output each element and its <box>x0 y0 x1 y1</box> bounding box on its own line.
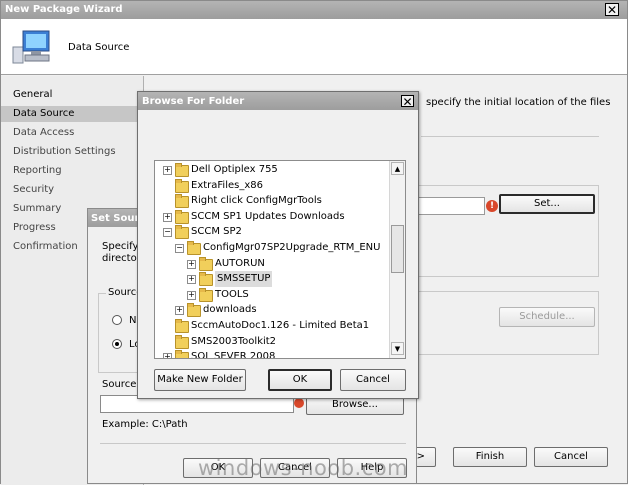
tree-item[interactable]: + downloads <box>155 302 389 318</box>
folder-icon <box>199 272 213 287</box>
tree-item[interactable]: SMS2003Toolkit2 <box>155 334 389 350</box>
tree-item[interactable]: + Dell Optiplex 755 <box>155 162 389 178</box>
tree-item[interactable]: ExtraFiles_x86 <box>155 178 389 194</box>
folder-icon <box>199 287 213 302</box>
folder-icon <box>187 241 201 255</box>
content-separator <box>421 136 599 137</box>
scroll-thumb[interactable] <box>391 225 404 273</box>
wizard-titlebar[interactable]: New Package Wizard ✕ <box>1 1 627 19</box>
tree-item-label: SCCM SP1 Updates Downloads <box>191 210 345 222</box>
tree-item[interactable]: SccmAutoDoc1.126 - Limited Beta1 <box>155 318 389 334</box>
folder-tree[interactable]: + Dell Optiplex 755 ExtraFiles_x86 Right cl… <box>154 160 406 359</box>
tree-item[interactable]: − ConfigMgr07SP2Upgrade_RTM_ENU <box>155 240 389 256</box>
folder-icon <box>175 225 189 240</box>
tree-item-label: Right click ConfigMgrTools <box>191 195 322 207</box>
wizard-close-icon[interactable]: ✕ <box>605 3 619 16</box>
wizard-cancel-button[interactable]: Cancel <box>534 447 608 467</box>
tree-item-label: SCCM SP2 <box>191 226 242 238</box>
folder-icon <box>175 350 189 358</box>
browse-cancel-button[interactable]: Cancel <box>340 369 406 391</box>
tree-item-label: SccmAutoDoc1.126 - Limited Beta1 <box>191 320 370 331</box>
nav-item-data-access[interactable]: Data Access <box>13 127 74 138</box>
nav-item-progress[interactable]: Progress <box>13 222 56 233</box>
tree-item-label: ExtraFiles_x86 <box>191 179 263 191</box>
expand-icon[interactable]: + <box>187 290 196 300</box>
schedule-button[interactable]: Schedule... <box>499 307 595 327</box>
scroll-down-arrow-icon[interactable]: ▼ <box>391 342 404 355</box>
folder-icon <box>175 209 189 224</box>
tree-item-label: TOOLS <box>215 288 249 300</box>
tree-item[interactable]: − SCCM SP2 <box>155 224 389 240</box>
radio-network-label: N <box>129 315 137 326</box>
browse-close-icon[interactable]: ✕ <box>401 95 414 108</box>
folder-icon <box>175 163 189 177</box>
make-new-folder-button[interactable]: Make New Folder <box>154 369 246 391</box>
radio-local[interactable] <box>112 339 122 349</box>
collapse-icon[interactable]: − <box>163 228 172 238</box>
tree-item[interactable]: + SQL SEVER 2008 <box>155 349 389 359</box>
expand-icon[interactable]: + <box>175 306 184 316</box>
wizard-title: New Package Wizard <box>5 4 123 15</box>
folder-tree-rows: + Dell Optiplex 755 ExtraFiles_x86 Right cl… <box>155 162 389 358</box>
folder-icon <box>175 319 189 333</box>
expand-icon[interactable]: + <box>187 259 196 269</box>
tree-item[interactable]: + AUTORUN <box>155 256 389 272</box>
computer-icon <box>11 29 53 67</box>
browse-title: Browse For Folder <box>142 96 245 107</box>
source-separator <box>100 443 406 444</box>
radio-network[interactable] <box>112 315 122 325</box>
nav-item-general[interactable]: General <box>13 89 52 100</box>
error-icon: ! <box>486 200 498 212</box>
tree-item-label: SMSSETUP <box>215 271 273 288</box>
tree-item[interactable]: + SMSSETUP <box>155 271 389 288</box>
tree-item-label: SMS2003Toolkit2 <box>191 335 277 347</box>
tree-item-label: ConfigMgr07SP2Upgrade_RTM_ENU <box>203 242 381 253</box>
source-example-text: Example: C:\Path <box>102 419 188 430</box>
browse-folder-dialog: Browse For Folder ✕ + Dell Optiplex 755 Ex… <box>137 91 419 399</box>
browse-titlebar[interactable]: Browse For Folder ✕ <box>138 92 418 110</box>
nav-item-summary[interactable]: Summary <box>13 203 61 214</box>
folder-icon <box>187 303 201 318</box>
instruction-text: specify the initial location of the file… <box>426 97 611 108</box>
expand-icon[interactable]: + <box>163 212 172 222</box>
browse-ok-button[interactable]: OK <box>268 369 332 391</box>
folder-icon <box>175 178 189 193</box>
wizard-header-title: Data Source <box>68 42 130 53</box>
set-button[interactable]: Set... <box>499 194 595 214</box>
watermark-text: windows-noob.com <box>198 456 409 480</box>
folder-icon <box>175 194 189 209</box>
nav-item-security[interactable]: Security <box>13 184 54 195</box>
scroll-up-arrow-icon[interactable]: ▲ <box>391 162 404 175</box>
tree-item[interactable]: + SCCM SP1 Updates Downloads <box>155 209 389 225</box>
finish-button[interactable]: Finish <box>453 447 527 467</box>
folder-icon <box>199 256 213 271</box>
radio-local-dot <box>115 342 119 346</box>
wizard-header: Data Source <box>1 19 627 75</box>
nav-item-distribution-settings[interactable]: Distribution Settings <box>13 146 116 157</box>
tree-item-label: AUTORUN <box>215 257 265 269</box>
source-path-field[interactable] <box>417 197 485 215</box>
source-error-icon <box>294 398 304 408</box>
expand-icon[interactable]: + <box>187 275 196 285</box>
tree-item-label: Dell Optiplex 755 <box>191 164 278 175</box>
tree-item[interactable]: Right click ConfigMgrTools <box>155 193 389 209</box>
tree-scrollbar[interactable]: ▲ ▼ <box>389 161 405 358</box>
nav-item-reporting[interactable]: Reporting <box>13 165 62 176</box>
folder-icon <box>175 334 189 349</box>
tree-item-label: downloads <box>203 304 257 316</box>
nav-item-data-source[interactable]: Data Source <box>13 108 74 119</box>
expand-icon[interactable]: + <box>163 353 172 358</box>
nav-item-confirmation[interactable]: Confirmation <box>13 241 78 252</box>
expand-icon[interactable]: + <box>163 166 172 175</box>
tree-item-label: SQL SEVER 2008 <box>191 351 276 359</box>
tree-item[interactable]: + TOOLS <box>155 287 389 303</box>
collapse-icon[interactable]: − <box>175 244 184 253</box>
